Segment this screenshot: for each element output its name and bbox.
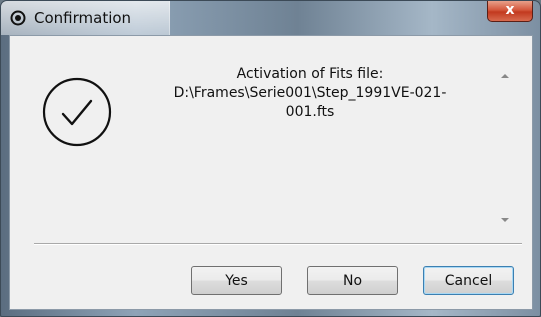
radio-dot-icon	[10, 10, 26, 26]
message-line-2: D:\Frames\Serie001\Step_1991VE-021-	[173, 85, 447, 101]
dialog-body: Activation of Fits file: D:\Frames\Serie…	[9, 35, 533, 310]
close-button[interactable]: x	[487, 1, 533, 22]
window-title: Confirmation	[34, 9, 132, 27]
scroll-down-arrow-icon[interactable]	[501, 218, 509, 222]
yes-button[interactable]: Yes	[191, 266, 282, 295]
title-bar[interactable]: Confirmation x	[1, 1, 540, 35]
title-tab: Confirmation	[1, 1, 170, 35]
checkmark-circle-icon	[42, 77, 112, 147]
close-icon: x	[505, 2, 515, 18]
separator	[34, 243, 522, 245]
confirmation-dialog: Confirmation x Activation of Fits file: …	[0, 0, 541, 317]
message-text: Activation of Fits file: D:\Frames\Serie…	[160, 65, 460, 122]
message-line-1: Activation of Fits file:	[236, 66, 384, 82]
message-scrollbar[interactable]	[494, 62, 514, 236]
scroll-up-arrow-icon[interactable]	[501, 74, 509, 78]
cancel-button[interactable]: Cancel	[423, 266, 514, 295]
no-button[interactable]: No	[307, 266, 398, 295]
message-line-3: 001.fts	[285, 104, 335, 120]
